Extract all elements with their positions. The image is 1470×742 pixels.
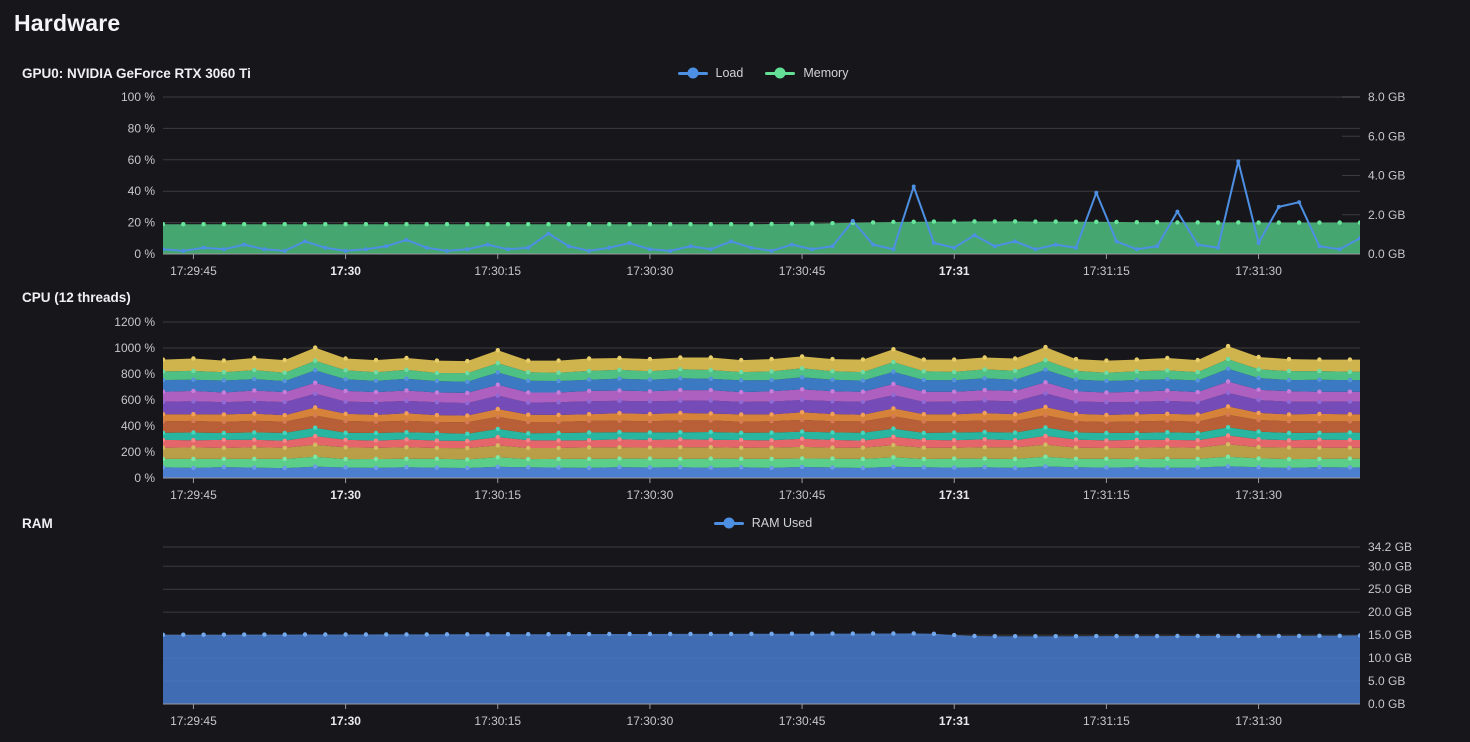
x-axis-tick-label: 17:31 [939, 488, 970, 502]
x-axis-tick-label: 17:30:45 [779, 714, 826, 728]
axis-tick-label: 34.2 GB [1368, 540, 1412, 554]
x-axis-tick-label: 17:31 [939, 264, 970, 278]
x-axis-tick-label: 17:30:30 [627, 714, 674, 728]
hardware-charts-canvas: 0 % 20 % 40 % 60 % 80 % 100 % 0.0 GB 2.0 GB 4.0 … [0, 0, 1470, 742]
x-axis-tick-label: 17:30:45 [779, 488, 826, 502]
x-axis-tick-label: 17:31:15 [1083, 714, 1130, 728]
x-axis-tick-label: 17:31:15 [1083, 488, 1130, 502]
axis-tick-label: 6.0 GB [1368, 129, 1405, 143]
axis-tick-label: 800 % [121, 367, 155, 381]
axis-tick-label: 8.0 GB [1368, 90, 1405, 104]
x-axis-tick-label: 17:30:45 [779, 264, 826, 278]
axis-tick-label: 60 % [128, 153, 156, 167]
series-ram-used [163, 633, 1360, 704]
axis-tick-label: 600 % [121, 393, 155, 407]
axis-tick-label: 400 % [121, 419, 155, 433]
axis-tick-label: 2.0 GB [1368, 208, 1405, 222]
axis-tick-label: 20 % [128, 216, 156, 230]
x-axis-tick-label: 17:29:45 [170, 264, 217, 278]
axis-tick-label: 200 % [121, 445, 155, 459]
axis-tick-label: 10.0 GB [1368, 651, 1412, 665]
axis-tick-label: 5.0 GB [1368, 674, 1405, 688]
axis-tick-label: 25.0 GB [1368, 582, 1412, 596]
axis-tick-label: 15.0 GB [1368, 628, 1412, 642]
x-axis-tick-label: 17:31:30 [1235, 488, 1282, 502]
x-axis-tick-label: 17:30:15 [474, 488, 521, 502]
cpu-chart: 0 % 200 % 400 % 600 % 800 % 1000 % 1200 % 17:29… [114, 315, 1382, 502]
axis-tick-label: 0.0 GB [1368, 697, 1405, 711]
x-axis-tick-label: 17:30 [330, 264, 361, 278]
x-axis-tick-label: 17:31:15 [1083, 264, 1130, 278]
x-axis-tick-label: 17:29:45 [170, 714, 217, 728]
x-axis-tick-label: 17:30:30 [627, 488, 674, 502]
axis-tick-label: 100 % [121, 90, 155, 104]
x-axis-tick-label: 17:30 [330, 714, 361, 728]
axis-tick-label: 1200 % [114, 315, 155, 329]
axis-tick-label: 1000 % [114, 341, 155, 355]
axis-tick-label: 0 % [134, 247, 155, 261]
axis-tick-label: 0.0 GB [1368, 247, 1405, 261]
ram-chart: 0.0 GB 5.0 GB 10.0 GB 15.0 GB 20.0 GB 25.0 GB… [161, 540, 1412, 728]
x-axis-tick-label: 17:31 [939, 714, 970, 728]
gpu-chart: 0 % 20 % 40 % 60 % 80 % 100 % 0.0 GB 2.0 GB 4.0 … [121, 90, 1405, 278]
axis-tick-label: 20.0 GB [1368, 605, 1412, 619]
hardware-page: Hardware GPU0: NVIDIA GeForce RTX 3060 T… [0, 0, 1470, 742]
x-axis-tick-label: 17:31:30 [1235, 264, 1282, 278]
x-axis-tick-label: 17:30:30 [627, 264, 674, 278]
axis-tick-label: 0 % [134, 471, 155, 485]
x-axis-tick-label: 17:31:30 [1235, 714, 1282, 728]
x-axis-tick-label: 17:30:15 [474, 264, 521, 278]
x-axis-tick-label: 17:29:45 [170, 488, 217, 502]
axis-tick-label: 4.0 GB [1368, 169, 1405, 183]
x-axis-tick-label: 17:30 [330, 488, 361, 502]
axis-tick-label: 30.0 GB [1368, 559, 1412, 573]
axis-tick-label: 80 % [128, 121, 156, 135]
x-axis-tick-label: 17:30:15 [474, 714, 521, 728]
axis-tick-label: 40 % [128, 184, 156, 198]
